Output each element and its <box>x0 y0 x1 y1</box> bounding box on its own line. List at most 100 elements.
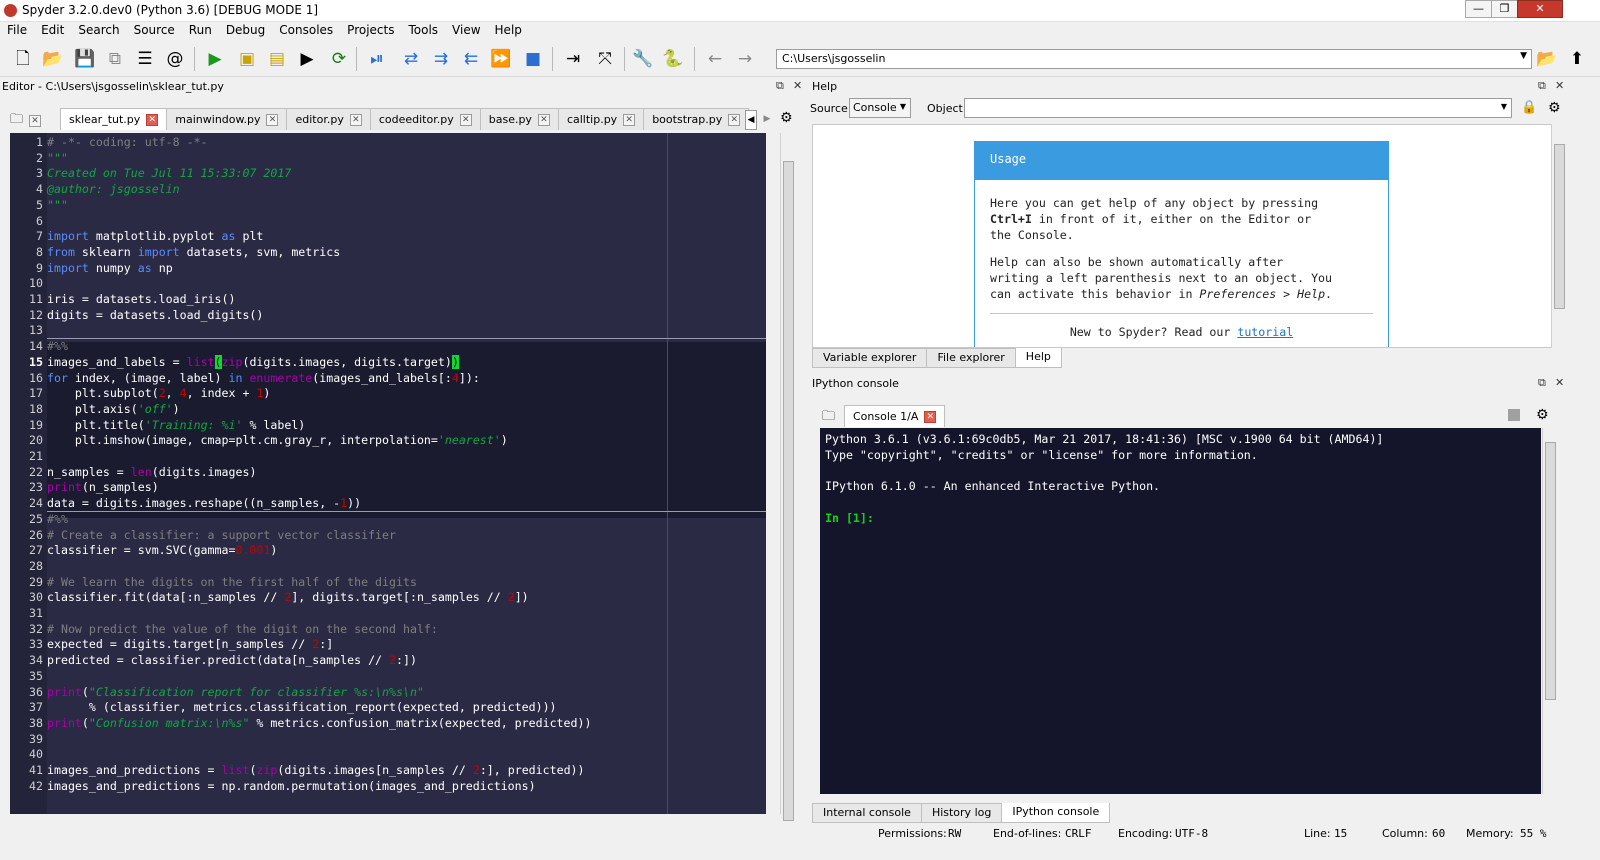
step-icon[interactable]: ⇄ <box>400 48 422 70</box>
close-pane-icon[interactable]: ✕ <box>793 79 802 92</box>
code-token: print <box>47 715 82 730</box>
code-line: 32 # Now predict the value of the digit o… <box>10 621 766 637</box>
close-tab-icon[interactable]: ✕ <box>728 113 741 126</box>
fullscreen-icon[interactable]: ⤧ <box>594 48 616 70</box>
at-icon[interactable]: @ <box>164 48 186 70</box>
editor-tab[interactable]: calltip.py ✕ <box>557 108 645 130</box>
browse-tabs-icon[interactable]: 🗀 <box>10 110 23 132</box>
rerun-icon[interactable]: ⟳ <box>328 48 350 70</box>
editor-scrollbar[interactable] <box>780 133 796 821</box>
tutorial-link[interactable]: tutorial <box>1237 325 1293 339</box>
list-icon[interactable]: ☰ <box>134 48 156 70</box>
tab-scroll-left-icon[interactable]: ◀ <box>745 110 757 130</box>
editor-tab[interactable]: mainwindow.py ✕ <box>166 108 288 130</box>
maximize-pane-icon[interactable]: ⇥ <box>562 48 584 70</box>
console-gear-icon[interactable]: ⚙ <box>1536 407 1549 423</box>
wrench-icon[interactable]: 🔧 <box>632 48 654 70</box>
close-tab-icon[interactable]: ✕ <box>537 113 550 126</box>
menu-source[interactable]: Source <box>127 22 182 38</box>
tab-ipython-console[interactable]: IPython console <box>1001 803 1111 823</box>
undock-help-icon[interactable]: ⧉ <box>1538 79 1546 93</box>
step-return-icon[interactable]: ⇇ <box>460 48 482 70</box>
maximize-button[interactable]: ❐ <box>1491 0 1518 18</box>
help-source-select[interactable]: Console ▼ <box>849 98 911 118</box>
tab-history-log[interactable]: History log <box>920 803 1003 823</box>
python-path-icon[interactable]: 🐍 <box>662 48 684 70</box>
menu-debug[interactable]: Debug <box>219 22 272 38</box>
save-all-icon[interactable]: ⧉ <box>104 48 126 70</box>
close-tab-icon[interactable]: ✕ <box>349 113 362 126</box>
stop-kernel-icon[interactable] <box>1508 409 1520 421</box>
tab-scroll-right-icon[interactable]: ▶ <box>761 110 773 130</box>
tab-variable-explorer[interactable]: Variable explorer <box>812 348 928 368</box>
close-tab-icon[interactable]: ✕ <box>459 113 472 126</box>
working-directory-input[interactable]: C:\Users\jsgosselin ▼ <box>776 49 1532 69</box>
forward-arrow-icon[interactable]: → <box>734 48 756 70</box>
run-cell-advance-icon[interactable]: ▤ <box>266 48 288 70</box>
browse-folder-icon[interactable]: 📂 <box>1536 48 1558 70</box>
menu-projects[interactable]: Projects <box>340 22 401 38</box>
close-tab-icon[interactable]: ✕ <box>146 113 159 126</box>
tab-file-explorer[interactable]: File explorer <box>926 348 1016 368</box>
console-scrollbar[interactable] <box>1542 428 1558 794</box>
undock-console-icon[interactable]: ⧉ <box>1538 376 1546 390</box>
status-bar: Permissions: RW End-of-lines: CRLF Encod… <box>0 824 1600 844</box>
step-into-icon[interactable]: ⇉ <box>430 48 452 70</box>
open-file-icon[interactable]: 📂 <box>42 48 64 70</box>
stop-debug-icon[interactable]: ■ <box>522 48 544 70</box>
close-help-icon[interactable]: ✕ <box>1555 79 1564 92</box>
back-arrow-icon[interactable]: ← <box>704 48 726 70</box>
help-gear-icon[interactable]: ⚙ <box>1548 100 1561 116</box>
code-token: zip <box>221 354 243 369</box>
close-window-button[interactable]: ✕ <box>1517 0 1563 18</box>
menu-consoles[interactable]: Consoles <box>272 22 340 38</box>
undock-icon[interactable]: ⧉ <box>776 79 784 93</box>
help-object-input[interactable]: ▼ <box>964 98 1512 118</box>
ipython-console[interactable]: Python 3.6.1 (v3.6.1:69c0db5, Mar 21 201… <box>820 428 1541 794</box>
line-number: 13 <box>29 323 43 338</box>
new-file-icon[interactable]: 🗋 <box>12 48 34 70</box>
chevron-down-icon[interactable]: ▼ <box>1520 51 1527 61</box>
continue-icon[interactable]: ⏩ <box>490 48 512 70</box>
tab-internal-console[interactable]: Internal console <box>812 803 922 823</box>
close-console-tab-icon[interactable]: ✕ <box>924 410 937 423</box>
menu-edit[interactable]: Edit <box>34 22 71 38</box>
code-editor[interactable]: 1 # -*- coding: utf-8 -*- 2 """ 3 Created on … <box>10 133 766 814</box>
line-label: Line: <box>1304 827 1331 840</box>
menu-file[interactable]: File <box>0 22 34 38</box>
close-console-icon[interactable]: ✕ <box>1555 376 1564 389</box>
menu-run[interactable]: Run <box>182 22 219 38</box>
gear-icon[interactable]: ⚙ <box>780 110 793 126</box>
memory-label: Memory: <box>1466 827 1514 840</box>
editor-tab[interactable]: codeeditor.py ✕ <box>369 108 481 130</box>
tab-help[interactable]: Help <box>1014 348 1062 368</box>
menu-tools[interactable]: Tools <box>401 22 445 38</box>
line-number: 42 <box>29 778 43 793</box>
run-cell-icon[interactable]: ▣ <box>236 48 258 70</box>
close-tab-icon[interactable]: ✕ <box>623 113 636 126</box>
code-line: 21 <box>10 448 766 464</box>
code-token: ) <box>270 543 278 558</box>
code-token: 2 <box>389 653 397 668</box>
close-tab-icon[interactable]: ✕ <box>266 113 279 126</box>
editor-tab-label: bootstrap.py <box>652 113 723 126</box>
editor-tab[interactable]: base.py ✕ <box>479 108 559 130</box>
parent-dir-icon[interactable]: ⬆ <box>1566 48 1588 70</box>
line-number: 7 <box>36 229 43 244</box>
debug-icon[interactable]: ⏯ <box>366 48 388 70</box>
console-tab[interactable]: Console 1/A ✕ <box>844 405 946 427</box>
tab-close-icon[interactable]: ✕ <box>29 115 42 127</box>
help-scrollbar[interactable] <box>1551 124 1567 348</box>
minimize-button[interactable]: — <box>1465 0 1492 18</box>
menu-view[interactable]: View <box>445 22 487 38</box>
browse-consoles-icon[interactable]: 🗀 <box>822 407 835 429</box>
save-file-icon[interactable]: 💾 <box>74 48 96 70</box>
menu-search[interactable]: Search <box>71 22 126 38</box>
editor-tab[interactable]: editor.py ✕ <box>286 108 371 130</box>
editor-tab[interactable]: sklear_tut.py ✕ <box>60 108 168 130</box>
lock-icon[interactable]: 🔒 <box>1521 100 1537 115</box>
menu-help[interactable]: Help <box>488 22 529 38</box>
editor-tab[interactable]: bootstrap.py ✕ <box>643 108 750 130</box>
run-selection-icon[interactable]: ▶ <box>296 48 318 70</box>
run-icon[interactable]: ▶ <box>204 48 226 70</box>
